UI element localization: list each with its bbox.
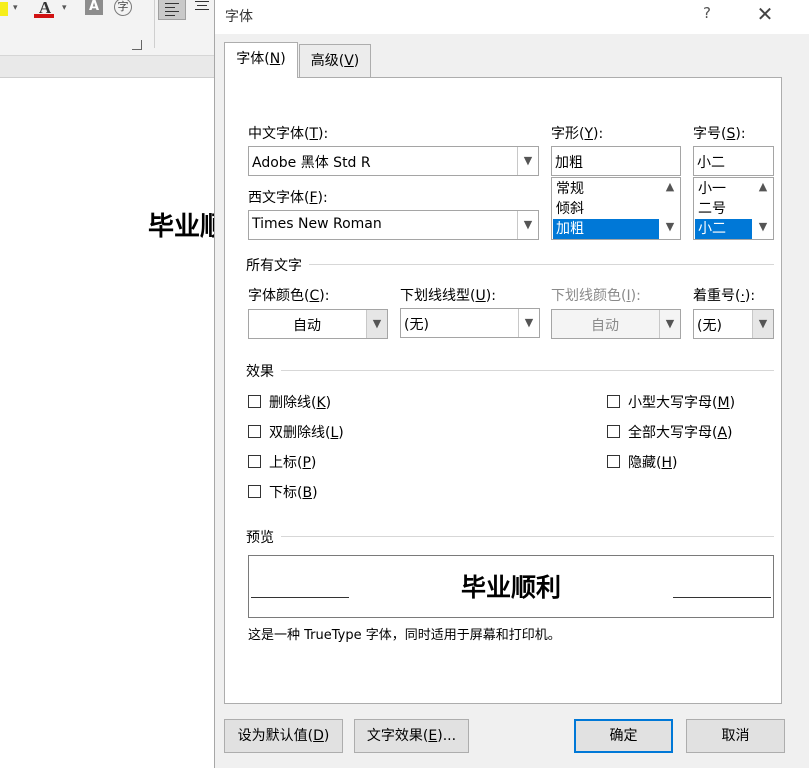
list-item[interactable]: 二号 — [695, 199, 752, 219]
set-default-button[interactable]: 设为默认值(D) — [224, 719, 343, 753]
chevron-down-icon: ▼ — [659, 310, 680, 338]
chevron-up-icon[interactable]: ▲ — [753, 180, 773, 193]
emphasis-mark-dropdown[interactable]: (无) ▼ — [693, 309, 774, 339]
help-icon[interactable]: ? — [699, 4, 715, 22]
all-text-heading: 所有文字 — [246, 258, 302, 274]
style-listbox[interactable]: 常规 倾斜 加粗 ▲ ▼ — [551, 177, 681, 240]
emphasis-mark-label: 着重号(·): — [693, 288, 756, 304]
font-type-note: 这是一种 TrueType 字体，同时适用于屏幕和打印机。 — [248, 628, 561, 643]
chevron-up-icon[interactable]: ▲ — [660, 180, 680, 193]
underline-style-label: 下划线线型(U): — [400, 288, 496, 304]
section-divider — [281, 370, 774, 371]
dialog-titlebar: 字体 ? ✕ — [215, 0, 809, 34]
chevron-down-icon[interactable]: ▼ — [753, 220, 773, 233]
size-label: 字号(S): — [693, 126, 746, 142]
western-font-label: 西文字体(F): — [248, 190, 328, 206]
chevron-down-icon[interactable]: ▾ — [13, 0, 18, 16]
preview-baseline-right — [673, 597, 771, 598]
list-item[interactable]: 常规 — [553, 179, 659, 199]
chevron-down-icon[interactable]: ▼ — [517, 211, 538, 239]
size-input[interactable]: 小二 — [693, 146, 774, 176]
chevron-down-icon[interactable]: ▾ — [62, 0, 67, 16]
effects-heading: 效果 — [246, 364, 274, 380]
font-dialog: 字体 ? ✕ 字体(N) 高级(V) 中文字体(T): Adobe 黑体 Std… — [214, 0, 809, 768]
western-font-value: Times New Roman — [252, 216, 382, 232]
style-label: 字形(Y): — [551, 126, 604, 142]
section-divider — [281, 536, 774, 537]
chevron-down-icon[interactable]: ▼ — [752, 310, 773, 338]
text-effects-button[interactable]: 文字效果(E)... — [354, 719, 469, 753]
preview-box: 毕业顺利 — [248, 555, 774, 618]
chevron-down-icon[interactable]: ▼ — [518, 309, 539, 337]
underline-color-dropdown: 自动 ▼ — [551, 309, 681, 339]
chinese-font-dropdown[interactable]: Adobe 黑体 Std R ▼ — [248, 146, 539, 176]
font-color-label: 字体颜色(C): — [248, 288, 330, 304]
highlight-color-icon[interactable] — [0, 2, 8, 16]
list-item-selected[interactable]: 加粗 — [553, 219, 659, 239]
font-color-bar — [34, 14, 54, 18]
align-left-icon[interactable] — [158, 0, 186, 20]
cancel-button[interactable]: 取消 — [686, 719, 785, 753]
font-color-dropdown[interactable]: 自动 ▼ — [248, 309, 388, 339]
document-text: 毕业顺利 — [148, 212, 214, 242]
character-shading-icon[interactable]: A — [85, 0, 103, 15]
tab-advanced[interactable]: 高级(V) — [299, 44, 371, 77]
dialog-title: 字体 — [225, 9, 253, 25]
list-item-selected[interactable]: 小二 — [695, 219, 752, 239]
list-item[interactable]: 倾斜 — [553, 199, 659, 219]
chinese-font-label: 中文字体(T): — [248, 126, 329, 142]
chevron-down-icon[interactable]: ▼ — [660, 220, 680, 233]
scrollbar[interactable]: ▲ ▼ — [753, 178, 773, 239]
chevron-down-icon[interactable]: ▼ — [517, 147, 538, 175]
preview-heading: 预览 — [246, 530, 274, 546]
underline-color-label: 下划线颜色(I): — [551, 288, 641, 304]
chinese-font-value: Adobe 黑体 Std R — [252, 155, 371, 171]
section-divider — [309, 264, 774, 265]
enclose-characters-icon[interactable]: 字 — [114, 0, 132, 16]
western-font-dropdown[interactable]: Times New Roman ▼ — [248, 210, 539, 240]
chevron-down-icon[interactable]: ▼ — [366, 310, 387, 338]
ribbon-divider — [154, 0, 155, 48]
dialog-launcher-icon[interactable] — [132, 40, 142, 50]
size-listbox[interactable]: 小一 二号 小二 ▲ ▼ — [693, 177, 774, 240]
list-item[interactable]: 小一 — [695, 179, 752, 199]
close-icon[interactable]: ✕ — [755, 3, 775, 25]
scrollbar[interactable]: ▲ ▼ — [660, 178, 680, 239]
align-center-icon[interactable] — [192, 0, 214, 20]
ok-button[interactable]: 确定 — [574, 719, 673, 753]
underline-style-dropdown[interactable]: (无) ▼ — [400, 308, 540, 338]
preview-sample-text: 毕业顺利 — [460, 573, 561, 602]
tab-font[interactable]: 字体(N) — [224, 42, 298, 78]
style-input[interactable]: 加粗 — [551, 146, 681, 176]
